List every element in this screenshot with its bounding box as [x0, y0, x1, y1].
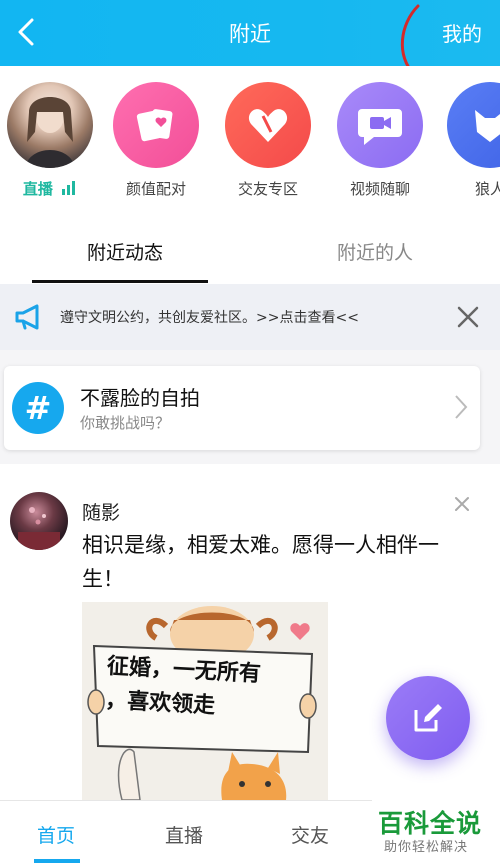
shortcut-label-werewolf: 狼人 — [474, 180, 500, 198]
cards-icon — [113, 82, 199, 168]
notice-text[interactable]: 遵守文明公约，共创友爱社区。>>点击查看<< — [60, 307, 359, 327]
shortcut-match[interactable]: 颜值配对 — [106, 82, 206, 199]
app-screen: 附近 我的 直播 颜值配对 交友专区 视频随聊 狼人 附近动态 附近的人 遵守文… — [0, 0, 500, 864]
page-title: 附近 — [229, 22, 271, 46]
image-sign-text: 征婚，一无所有 ，喜欢领走 — [104, 650, 262, 726]
watermark: 百科全说 助你轻松解决 — [372, 800, 500, 864]
post-image[interactable]: 征婚，一无所有 ，喜欢领走 — [82, 602, 328, 800]
active-nav-indicator — [34, 859, 80, 863]
watermark-title: 百科全说 — [378, 809, 483, 838]
shortcut-label-video-chat: 视频随聊 — [349, 180, 410, 198]
topic-title: 不露脸的自拍 — [80, 386, 200, 410]
my-profile-link[interactable]: 我的 — [442, 18, 482, 47]
shortcut-row: 直播 颜值配对 交友专区 视频随聊 狼人 — [0, 66, 500, 214]
shortcut-label-live: 直播 — [22, 180, 53, 198]
watermark-subtitle: 助你轻松解决 — [384, 840, 469, 855]
close-icon[interactable] — [454, 303, 482, 331]
megaphone-icon — [15, 304, 39, 330]
avatar[interactable] — [10, 492, 68, 550]
compose-button[interactable] — [386, 676, 470, 760]
chevron-right-icon — [455, 395, 468, 419]
topic-card[interactable]: # 不露脸的自拍 你敢挑战吗？ — [4, 366, 480, 450]
shortcut-friends[interactable]: 交友专区 — [218, 82, 318, 199]
shortcut-label-friends: 交友专区 — [237, 180, 298, 198]
community-notice[interactable]: 遵守文明公约，共创友爱社区。>>点击查看<< — [0, 284, 500, 350]
top-bar: 附近 我的 — [0, 0, 500, 66]
hashtag-icon: # — [12, 382, 64, 434]
nav-home[interactable]: 首页 — [6, 821, 106, 848]
wolf-icon — [447, 82, 500, 168]
signal-bars-icon — [62, 181, 77, 199]
shortcut-label-match: 颜值配对 — [125, 180, 186, 198]
tab-nearby-people[interactable]: 附近的人 — [250, 238, 500, 265]
dismiss-post-icon[interactable] — [452, 494, 472, 514]
nav-friends[interactable]: 交友 — [260, 821, 360, 848]
shortcut-live[interactable]: 直播 — [0, 82, 100, 199]
post-author-name[interactable]: 随影 — [82, 498, 120, 525]
video-chat-icon — [337, 82, 423, 168]
nav-live[interactable]: 直播 — [134, 821, 234, 848]
edit-icon — [414, 704, 442, 732]
shortcut-video-chat[interactable]: 视频随聊 — [330, 82, 430, 199]
post-text: 相识是缘，相爱太难。愿得一人相伴一生！ — [82, 533, 439, 591]
feed-tabs: 附近动态 附近的人 — [0, 214, 500, 284]
topic-subtitle: 你敢挑战吗？ — [80, 414, 171, 432]
active-tab-indicator — [32, 280, 208, 283]
hearts-icon — [225, 82, 311, 168]
live-avatar — [7, 82, 93, 168]
shortcut-werewolf[interactable]: 狼人 — [440, 82, 500, 199]
tab-nearby-moments[interactable]: 附近动态 — [0, 238, 250, 265]
